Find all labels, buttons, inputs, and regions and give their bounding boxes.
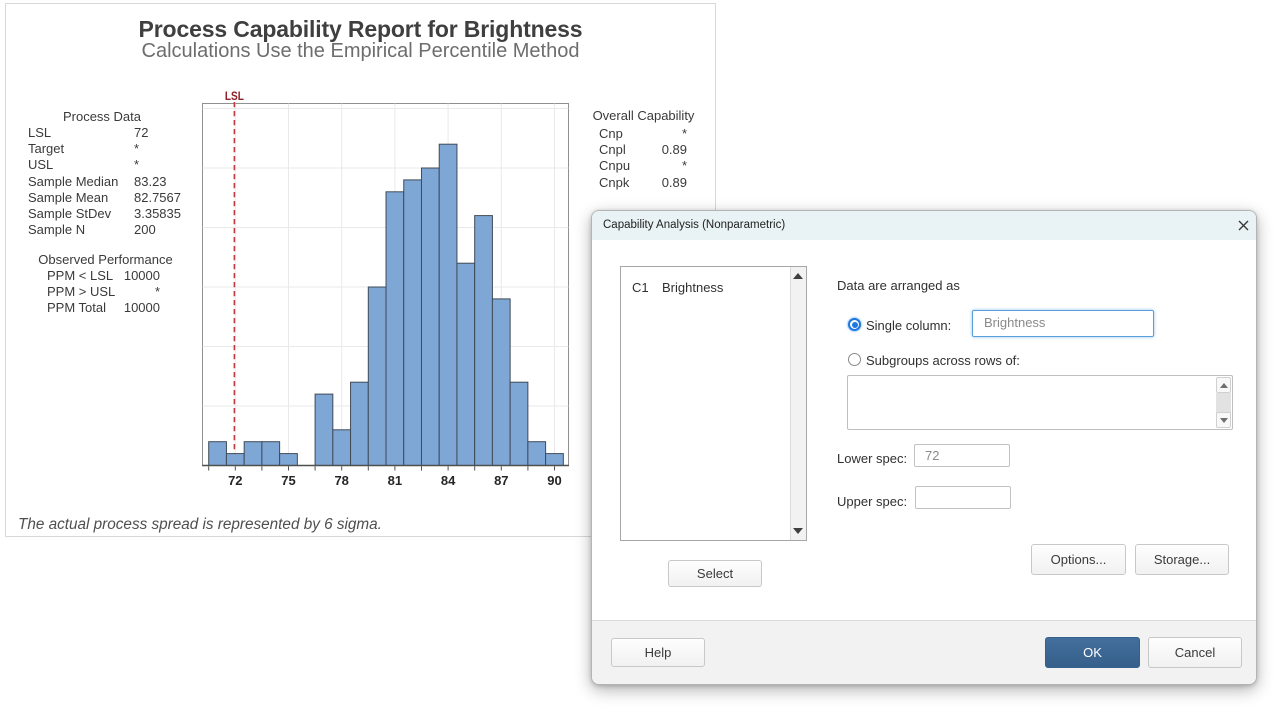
svg-text:87: 87	[494, 473, 508, 488]
svg-text:84: 84	[441, 473, 456, 488]
svg-text:75: 75	[281, 473, 295, 488]
svg-text:78: 78	[334, 473, 348, 488]
svg-text:81: 81	[388, 473, 402, 488]
svg-text:90: 90	[547, 473, 561, 488]
svg-text:72: 72	[228, 473, 242, 488]
svg-text:LSL: LSL	[225, 89, 244, 103]
